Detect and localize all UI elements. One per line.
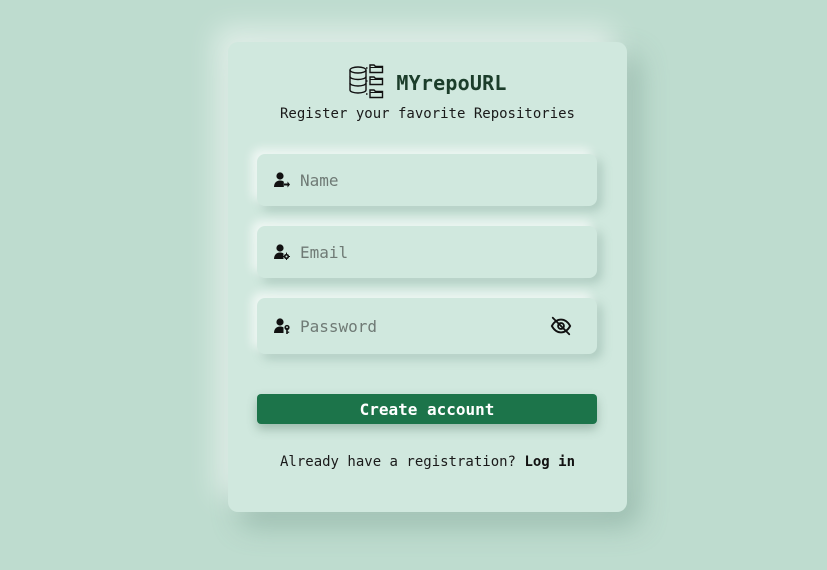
register-card: MYrepoURL Register your favorite Reposit…: [228, 42, 627, 512]
name-input[interactable]: [300, 170, 597, 190]
email-input[interactable]: [300, 242, 597, 262]
brand-title: MYrepoURL: [396, 71, 507, 95]
email-field[interactable]: [257, 226, 597, 278]
login-prompt-text: Already have a registration?: [279, 454, 516, 470]
brand-header: MYrepoURL: [228, 62, 627, 104]
user-gear-icon: [273, 243, 291, 261]
password-field[interactable]: [257, 298, 597, 354]
eye-slash-icon[interactable]: [549, 314, 573, 338]
login-prompt: Already have a registration? Log in: [228, 454, 627, 470]
create-account-button[interactable]: Create account: [257, 394, 597, 424]
login-link[interactable]: Log in: [524, 454, 575, 470]
database-folders-icon: [348, 62, 386, 104]
tagline: Register your favorite Repositories: [279, 106, 575, 122]
password-input[interactable]: [300, 316, 549, 336]
name-field[interactable]: [257, 154, 597, 206]
user-key-icon: [273, 317, 291, 335]
user-arrow-icon: [273, 171, 291, 189]
